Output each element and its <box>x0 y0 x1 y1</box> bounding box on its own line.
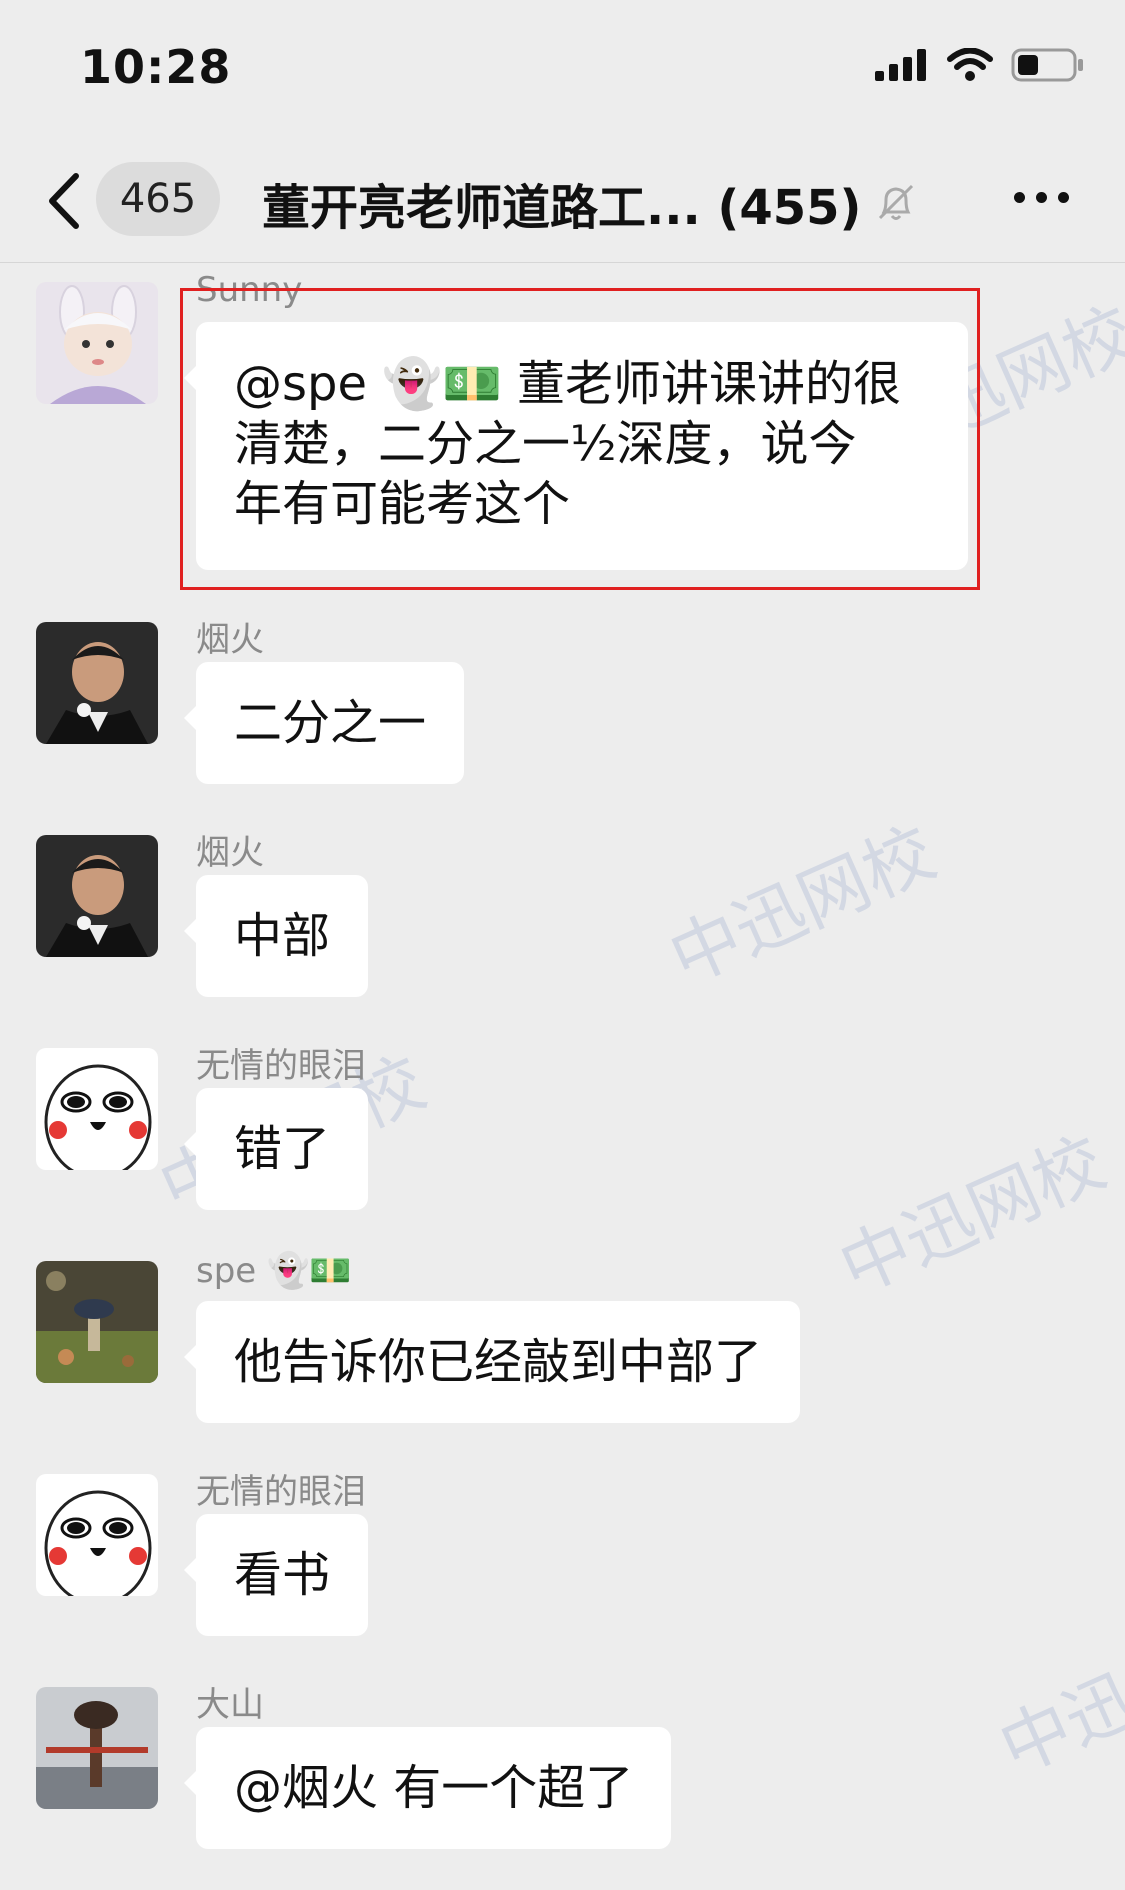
chat-title: 董开亮老师道路工... (455) <box>262 180 862 236</box>
sender-name: 烟火 <box>196 620 264 660</box>
message-bubble[interactable]: 看书 <box>183 1514 369 1636</box>
sender-name: 大山 <box>196 1685 264 1725</box>
avatar[interactable] <box>36 622 158 744</box>
unread-count-badge[interactable]: 465 <box>96 162 220 236</box>
sender-name: 无情的眼泪 <box>196 1046 366 1086</box>
avatar[interactable] <box>36 835 158 957</box>
status-icons <box>875 48 1085 82</box>
avatar[interactable] <box>36 1048 158 1170</box>
sender-name: spe 👻💵 <box>196 1251 352 1291</box>
status-time: 10:28 <box>80 40 232 94</box>
watermark: 中迅网校 <box>987 1601 1125 1790</box>
wifi-icon <box>947 48 993 81</box>
highlight-box <box>180 288 980 590</box>
muted-bell-icon <box>878 184 913 220</box>
avatar[interactable] <box>36 1474 158 1596</box>
message-bubble[interactable]: @烟火 有一个超了 <box>183 1727 672 1849</box>
avatar[interactable] <box>36 282 158 404</box>
avatar[interactable] <box>36 1687 158 1809</box>
battery-icon <box>1011 48 1083 82</box>
more-icon[interactable] <box>1014 192 1069 203</box>
message-bubble[interactable]: 中部 <box>183 875 369 997</box>
message-bubble[interactable]: 错了 <box>183 1088 369 1210</box>
chat-header: 465 董开亮老师道路工... (455) <box>0 140 1125 263</box>
sender-name: 无情的眼泪 <box>196 1472 366 1512</box>
message-bubble[interactable]: 他告诉你已经敲到中部了 <box>183 1301 801 1423</box>
watermark: 中迅网校 <box>827 1121 1117 1310</box>
watermark: 中迅网校 <box>657 811 947 1000</box>
back-chevron-icon[interactable] <box>44 172 84 230</box>
avatar[interactable] <box>36 1261 158 1383</box>
signal-icon <box>875 49 926 81</box>
chat-title-group[interactable]: 董开亮老师道路工... (455) <box>262 168 916 238</box>
sender-name: 烟火 <box>196 833 264 873</box>
message-bubble[interactable]: 二分之一 <box>183 662 465 784</box>
status-bar: 10:28 <box>0 0 1125 140</box>
